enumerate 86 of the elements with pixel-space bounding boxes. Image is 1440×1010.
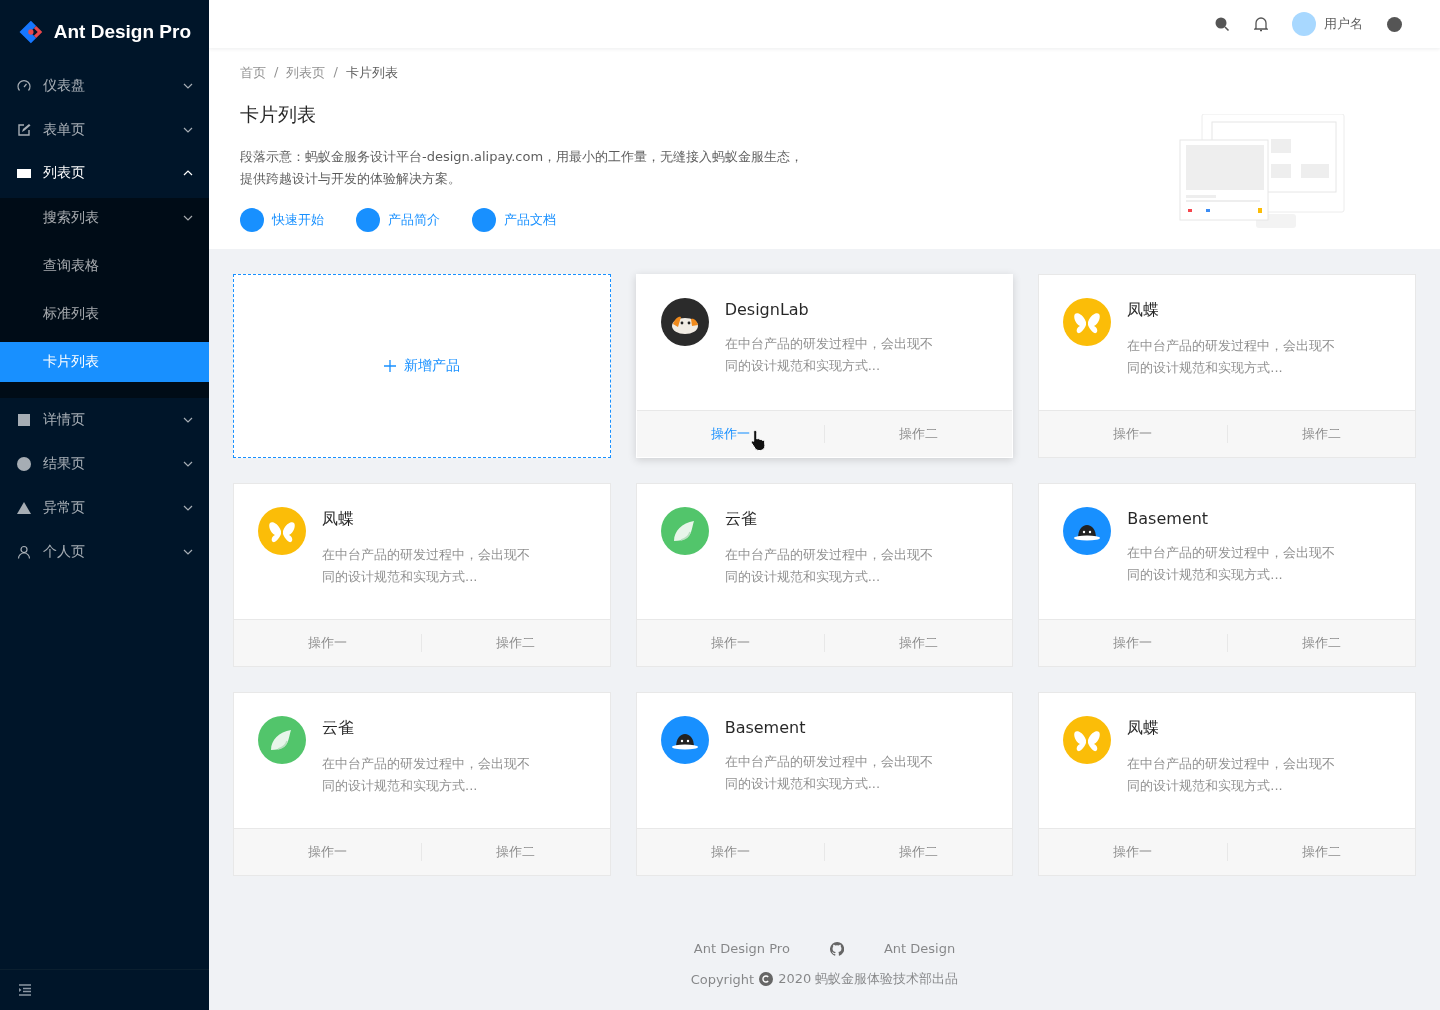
plus-icon <box>383 360 396 372</box>
menu-item[interactable]: 结果页 <box>0 442 209 486</box>
username[interactable]: 用户名 <box>1324 15 1363 33</box>
card-action-link[interactable]: 操作二 <box>496 635 536 650</box>
add-product-button[interactable]: 新增产品 <box>233 274 611 458</box>
menu-fold-icon[interactable] <box>18 984 32 996</box>
menu-item[interactable]: 列表页 <box>0 152 209 194</box>
bird-avatar-icon <box>660 507 709 555</box>
breadcrumb-link[interactable]: 列表页 <box>286 64 326 82</box>
submenu-item[interactable]: 查询表格 <box>0 246 209 286</box>
chevron-down-icon <box>183 417 193 423</box>
page-title: 卡片列表 <box>240 102 317 127</box>
chevron-up-icon <box>183 170 193 176</box>
card-action-link[interactable]: 操作二 <box>899 426 939 441</box>
gauge-icon <box>17 79 31 93</box>
submenu-item[interactable]: 卡片列表 <box>0 342 209 382</box>
card-title: 凤蝶 <box>1127 718 1161 739</box>
copyright-label: Copyright <box>690 971 755 987</box>
card-action-link[interactable]: 操作二 <box>1301 635 1341 650</box>
card-action-link[interactable]: 操作二 <box>899 635 939 650</box>
butterfly-avatar-icon <box>1063 298 1112 346</box>
triangle-icon <box>17 501 31 515</box>
breadcrumb-current: 卡片列表 <box>345 64 398 82</box>
card-action-link[interactable]: 操作二 <box>1301 844 1341 859</box>
link-icon <box>356 208 380 232</box>
card-description: 在中台产品的研发过程中，会出现不同的设计规范和实现方式... <box>1127 755 1337 795</box>
edit-icon <box>17 123 31 137</box>
circle-icon[interactable] <box>1387 16 1402 32</box>
card-title: 云雀 <box>724 509 758 530</box>
card-description: 在中台产品的研发过程中，会出现不同的设计规范和实现方式... <box>724 335 934 375</box>
card-description: 在中台产品的研发过程中，会出现不同的设计规范和实现方式... <box>724 753 934 793</box>
card-action-link[interactable]: 操作一 <box>710 426 750 441</box>
bell-icon[interactable] <box>1254 16 1268 32</box>
menu-item[interactable]: 详情页 <box>0 398 209 442</box>
circle-icon <box>17 457 31 471</box>
card-action-link[interactable]: 操作二 <box>496 844 536 859</box>
header-link[interactable]: 产品简介 <box>388 211 440 229</box>
card-description: 在中台产品的研发过程中，会出现不同的设计规范和实现方式... <box>322 755 531 795</box>
menu-item[interactable]: 个人页 <box>0 530 209 574</box>
header-link[interactable]: 快速开始 <box>272 211 324 229</box>
butterfly-avatar-icon <box>258 507 306 555</box>
card-title: DesignLab <box>724 300 810 319</box>
footer-link[interactable]: Ant Design <box>883 941 956 956</box>
ghost-avatar-icon <box>660 716 709 764</box>
copyright-text: 2020 蚂蚁金服体验技术部出品 <box>778 970 959 988</box>
card-action-link[interactable]: 操作二 <box>899 844 939 859</box>
menu-item[interactable]: 仪表盘 <box>0 64 209 108</box>
breadcrumb-link[interactable]: 首页 <box>240 64 266 82</box>
chevron-down-icon <box>183 215 193 221</box>
menu-item[interactable]: 表单页 <box>0 108 209 152</box>
github-icon[interactable] <box>829 941 844 956</box>
chevron-down-icon <box>183 127 193 133</box>
app-title: Ant Design Pro <box>53 21 191 43</box>
card-title: 凤蝶 <box>322 509 355 530</box>
card-description: 在中台产品的研发过程中，会出现不同的设计规范和实现方式... <box>322 546 531 586</box>
menu-item[interactable]: 异常页 <box>0 486 209 530</box>
card-action-link[interactable]: 操作二 <box>1301 426 1341 441</box>
rectangle-icon <box>17 166 31 180</box>
chevron-down-icon <box>183 549 193 555</box>
card-title: 凤蝶 <box>1127 300 1161 321</box>
card-description: 在中台产品的研发过程中，会出现不同的设计规范和实现方式... <box>1127 337 1337 377</box>
cat-avatar-icon <box>660 298 709 346</box>
ghost-avatar-icon <box>1063 507 1112 555</box>
search-icon[interactable] <box>1214 16 1230 32</box>
chevron-down-icon <box>183 83 193 89</box>
bird-avatar-icon <box>258 716 306 764</box>
copyright-icon <box>759 972 774 986</box>
card-description: 在中台产品的研发过程中，会出现不同的设计规范和实现方式... <box>1127 544 1337 584</box>
link-icon <box>472 208 496 232</box>
submenu-item[interactable]: 标准列表 <box>0 294 209 334</box>
card-description: 在中台产品的研发过程中，会出现不同的设计规范和实现方式... <box>724 546 934 586</box>
breadcrumb-separator: / <box>274 64 279 81</box>
card-title: 云雀 <box>322 718 355 739</box>
chevron-down-icon <box>183 505 193 511</box>
link-icon <box>240 208 264 232</box>
chevron-down-icon <box>183 461 193 467</box>
page-description: 段落示意：蚂蚁金服务设计平台-design.alipay.com，用最小的工作量，无缝接入蚂蚁金服生态， 提供跨越设计与开发的体验解决方案。 <box>240 148 804 188</box>
user-icon <box>17 545 31 559</box>
breadcrumb-separator: / <box>333 64 338 81</box>
header-link[interactable]: 产品文档 <box>504 211 556 229</box>
butterfly-avatar-icon <box>1063 716 1112 764</box>
square-icon <box>17 413 31 427</box>
card-title: Basement <box>1127 509 1210 528</box>
submenu-item[interactable]: 搜索列表 <box>0 198 209 238</box>
footer-link[interactable]: Ant Design Pro <box>693 941 790 956</box>
card-title: Basement <box>724 718 807 737</box>
